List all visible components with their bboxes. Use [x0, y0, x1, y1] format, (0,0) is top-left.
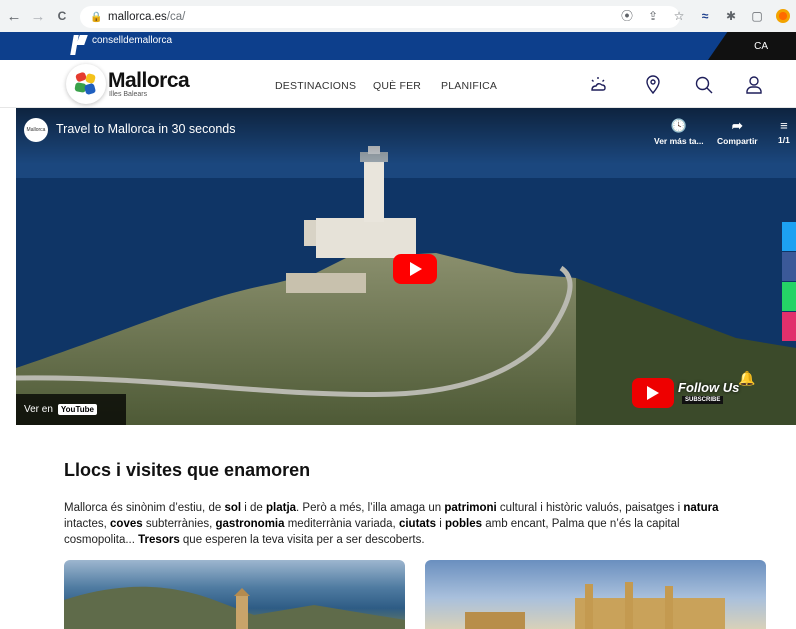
- playlist-icon: ≡: [780, 118, 788, 133]
- back-button[interactable]: ←: [4, 6, 24, 26]
- video-title[interactable]: Travel to Mallorca in 30 seconds: [56, 122, 235, 136]
- youtube-video-embed[interactable]: Mallorca Travel to Mallorca in 30 second…: [16, 108, 796, 425]
- share-page-icon[interactable]: ⇪: [646, 9, 660, 23]
- consell-logo[interactable]: conselldemallorca: [72, 35, 172, 55]
- share-arrow-icon: ➦: [731, 118, 743, 133]
- user-icon[interactable]: [744, 75, 764, 95]
- follow-us-overlay: Follow Us SUBSCRIBE: [632, 376, 748, 412]
- whatsapp-share-icon[interactable]: [782, 282, 796, 311]
- location-icon[interactable]: ⦿: [620, 7, 634, 24]
- channel-avatar[interactable]: Mallorca: [24, 118, 48, 142]
- reload-button[interactable]: C: [52, 6, 72, 26]
- play-button[interactable]: [393, 254, 437, 284]
- card-image-cathedral: [465, 582, 725, 629]
- card-image-coast: [64, 586, 405, 629]
- watch-on-label: Ver en: [24, 404, 53, 415]
- browser-actions: ⦿ ⇪ ☆ ≈ ✱ ▢: [620, 7, 790, 24]
- watch-later-label: Ver más ta...: [654, 136, 704, 146]
- extension-wave-icon[interactable]: ≈: [698, 9, 712, 23]
- lock-icon: 🔒: [90, 11, 103, 23]
- watch-later-button[interactable]: 🕓 Ver más ta...: [654, 118, 704, 146]
- clock-icon: 🕓: [670, 118, 687, 133]
- consell-mark-icon: [72, 35, 86, 55]
- language-label[interactable]: CA: [754, 41, 768, 52]
- bookmark-star-icon[interactable]: ☆: [672, 9, 686, 23]
- facebook-share-icon[interactable]: [782, 252, 796, 281]
- browser-toolbar: ← → C 🔒 mallorca.es/ca/ ⦿ ⇪ ☆ ≈ ✱ ▢: [0, 0, 796, 32]
- url-path: /ca/: [166, 11, 186, 23]
- playlist-count: 1/1: [778, 135, 790, 145]
- profile-avatar-icon[interactable]: [776, 8, 790, 23]
- forward-button[interactable]: →: [28, 6, 48, 26]
- instagram-share-icon[interactable]: [782, 312, 796, 341]
- follow-us-text: Follow Us: [678, 380, 740, 395]
- bell-icon: 🔔: [738, 370, 756, 386]
- place-card-cathedral[interactable]: [425, 560, 766, 629]
- watch-on-youtube-link[interactable]: Ver en YouTube: [16, 394, 126, 425]
- share-video-label: Compartir: [717, 136, 758, 146]
- twitter-share-icon[interactable]: [782, 222, 796, 251]
- consell-name: conselldemallorca: [92, 35, 173, 46]
- youtube-play-icon: [632, 378, 674, 408]
- location-pin-icon[interactable]: [643, 75, 663, 95]
- url-host: mallorca.es: [108, 11, 167, 23]
- header-icons: [0, 75, 796, 95]
- subscribe-label: SUBSCRIBE: [682, 396, 724, 404]
- site-header: Mallorca Illes Balears DESTINACIONS QUÈ …: [0, 60, 796, 108]
- institutional-bar: conselldemallorca: [0, 32, 796, 60]
- youtube-logo: YouTube: [57, 404, 97, 415]
- playlist-button[interactable]: ≡ 1/1: [778, 118, 790, 145]
- search-icon[interactable]: [694, 75, 714, 95]
- section-intro: Mallorca és sinònim d’estiu, de sol i de…: [64, 502, 719, 546]
- side-panel-icon[interactable]: ▢: [750, 9, 764, 23]
- social-share-rail: [782, 222, 796, 342]
- share-video-button[interactable]: ➦ Compartir: [717, 118, 758, 146]
- weather-icon[interactable]: [588, 75, 608, 95]
- extensions-puzzle-icon[interactable]: ✱: [724, 9, 738, 23]
- section-title: Llocs i visites que enamoren: [64, 460, 311, 480]
- address-bar[interactable]: 🔒 mallorca.es/ca/: [80, 6, 680, 28]
- place-card-coast[interactable]: [64, 560, 405, 629]
